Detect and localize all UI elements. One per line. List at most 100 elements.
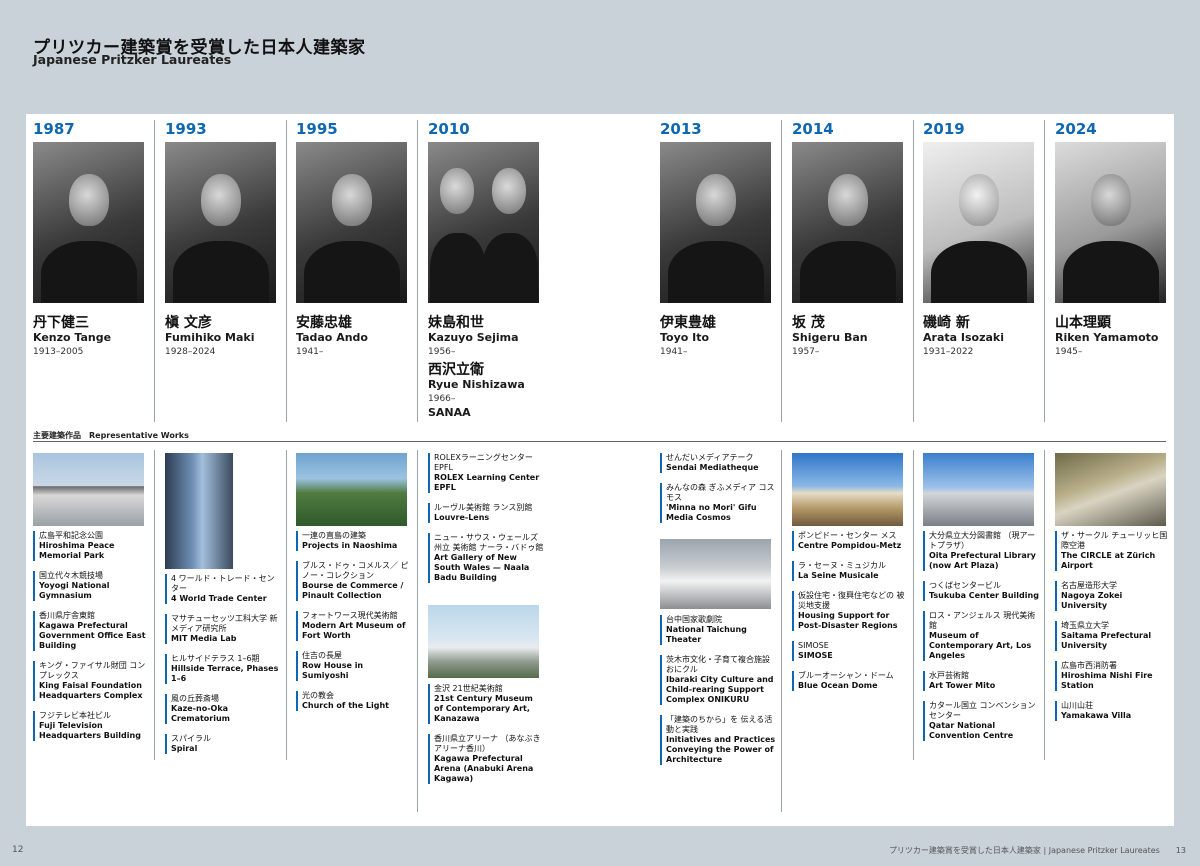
works-list: ザ・サークル チューリッヒ国際空港 The CIRCLE at Zürich Ai… [1055,531,1171,731]
works-list: 大分県立大分図書館 （現アートプラザ） Oita Prefectural Libr… [923,531,1039,751]
laureate-lifespan: 1957– [792,347,820,357]
divider [417,120,418,422]
divider [286,450,287,760]
laureate-name-en: Ryue Nishizawa [428,378,525,391]
building-photo [428,605,539,678]
building-photo [660,539,771,609]
laureate-name-jp: 槇 文彦 [165,315,212,331]
laureates-card: 1987 丹下健三 Kenzo Tange 1913–2005 1993 槇 文… [26,114,1174,826]
laureate-name-jp: 妹島和世 [428,315,484,331]
works-list: 広島平和記念公園 Hiroshima Peace Memorial Park 国立… [33,531,149,751]
work-item: ルーヴル美術館 ランス別館 Louvre-Lens [428,503,544,523]
laureate-name-en: Kazuyo Sejima [428,331,519,344]
laureate-name-jp: 坂 茂 [792,315,825,331]
building-photo [165,453,233,569]
divider [913,120,914,422]
portrait-photo [296,142,407,303]
building-photo [296,453,407,526]
year-label: 2024 [1055,120,1097,138]
portrait-photo [428,142,539,303]
divider [286,120,287,422]
laureate-name-en: Tadao Ando [296,331,368,344]
laureate-name-jp: 磯崎 新 [923,315,970,331]
work-item: ヒルサイドテラス 1–6期 Hillside Terrace, Phases 1–… [165,654,281,684]
work-item: せんだいメディアテーク Sendai Mediatheque [660,453,776,473]
work-item: 香川県立アリーナ （あなぶきアリーナ香川） Kagawa Prefectural … [428,734,544,784]
laureate-lifespan: 1931–2022 [923,347,974,357]
year-label: 1993 [165,120,207,138]
works-list: せんだいメディアテーク Sendai Mediatheque みんなの森 ぎふメデ… [660,453,776,533]
work-item: つくばセンタービル Tsukuba Center Building [923,581,1039,601]
work-item: キング・ファイサル財団 コンプレックス King Faisal Foundatio… [33,661,149,701]
work-item: 台中国家歌劇院 National Taichung Theater [660,615,776,645]
portrait-photo [33,142,144,303]
works-list: 一連の直島の建築 Projects in Naoshima ブルス・ドゥ・コメルス… [296,531,412,721]
laureate-name-en: Riken Yamamoto [1055,331,1159,344]
work-item: 茨木市文化・子育て複合施設 おにクル Ibaraki City Culture a… [660,655,776,705]
work-item: 大分県立大分図書館 （現アートプラザ） Oita Prefectural Libr… [923,531,1039,571]
year-label: 2014 [792,120,834,138]
laureate-name-en: Arata Isozaki [923,331,1004,344]
building-photo [792,453,903,526]
work-item: 香川県庁舎東館 Kagawa Prefectural Government Off… [33,611,149,651]
building-photo [33,453,144,526]
portrait-photo [923,142,1034,303]
laureate-name-jp: 西沢立衛 [428,362,484,378]
laureate-name-jp: 山本理顕 [1055,315,1111,331]
work-item: ブルーオーシャン・ドーム Blue Ocean Dome [792,671,908,691]
divider [1044,450,1045,760]
work-item: 山川山荘 Yamakawa Villa [1055,701,1171,721]
laureate-lifespan: 1928–2024 [165,347,216,357]
work-item: SIMOSE SIMOSE [792,641,908,661]
laureate-lifespan: 1966– [428,394,456,404]
year-label: 2019 [923,120,965,138]
work-item: フォートワース現代美術館 Modern Art Museum of Fort Wo… [296,611,412,641]
work-item: 広島平和記念公園 Hiroshima Peace Memorial Park [33,531,149,561]
divider [781,450,782,812]
laureate-lifespan: 1913–2005 [33,347,84,357]
works-list: 台中国家歌劇院 National Taichung Theater 茨木市文化・子… [660,615,776,775]
work-item: カタール国立 コンベンションセンター Qatar National Convent… [923,701,1039,741]
laureate-lifespan: 1945– [1055,347,1083,357]
work-item: 国立代々木競技場 Yoyogi National Gymnasium [33,571,149,601]
work-item: スパイラル Spiral [165,734,281,754]
work-item: ニュー・サウス・ウェールズ州立 美術館 ナーラ・バドゥ館 Art Gallery … [428,533,544,583]
work-item: 仮設住宅・復興住宅などの 被災地支援 Housing Support for Po… [792,591,908,631]
portrait-photo [165,142,276,303]
laureate-lifespan: 1941– [660,347,688,357]
work-item: 「建築のちから」を 伝える活動と実践 Initiatives and Practi… [660,715,776,765]
laureate-name-en: Fumihiko Maki [165,331,255,344]
portrait-photo [1055,142,1166,303]
work-item: みんなの森 ぎふメディア コスモス 'Minna no Mori' Gifu Me… [660,483,776,523]
divider [417,450,418,812]
building-photo [1055,453,1166,526]
section-divider [33,441,1166,442]
work-item: ポンピドー・センター メス Centre Pompidou-Metz [792,531,908,551]
year-label: 2010 [428,120,470,138]
work-item: 金沢 21世紀美術館 21st Century Museum of Contemp… [428,684,544,724]
year-label: 1987 [33,120,75,138]
laureate-name-jp: 丹下健三 [33,315,89,331]
work-item: 水戸芸術館 Art Tower Mito [923,671,1039,691]
works-list: 4 ワールド・トレード・センター 4 World Trade Center マサチ… [165,574,281,764]
work-item: ラ・セーヌ・ミュジカル La Seine Musicale [792,561,908,581]
divider [781,120,782,422]
building-photo [923,453,1034,526]
work-item: 広島市西消防署 Hiroshima Nishi Fire Station [1055,661,1171,691]
year-label: 1995 [296,120,338,138]
work-item: ザ・サークル チューリッヒ国際空港 The CIRCLE at Zürich Ai… [1055,531,1171,571]
year-label: 2013 [660,120,702,138]
work-item: 4 ワールド・トレード・センター 4 World Trade Center [165,574,281,604]
portrait-photo [660,142,771,303]
laureate-name-en: Kenzo Tange [33,331,112,344]
work-item: 住吉の長屋 Row House in Sumiyoshi [296,651,412,681]
laureate-name-en: Shigeru Ban [792,331,868,344]
work-item: ブルス・ドゥ・コメルス／ ピノー・コレクション Bourse de Commerc… [296,561,412,601]
work-item: フジテレビ本社ビル Fuji Television Headquarters Bu… [33,711,149,741]
page-footer-right: プリツカー建築賞を受賞した日本人建築家 | Japanese Pritzker … [888,846,1186,855]
page-number-left: 12 [12,845,24,855]
work-item: ロス・アンジェルス 現代美術館 Museum of Contemporary Ar… [923,611,1039,661]
work-item: 光の教会 Church of the Light [296,691,412,711]
work-item: マサチューセッツ工科大学 新メディア研究所 MIT Media Lab [165,614,281,644]
work-item: 一連の直島の建築 Projects in Naoshima [296,531,412,551]
